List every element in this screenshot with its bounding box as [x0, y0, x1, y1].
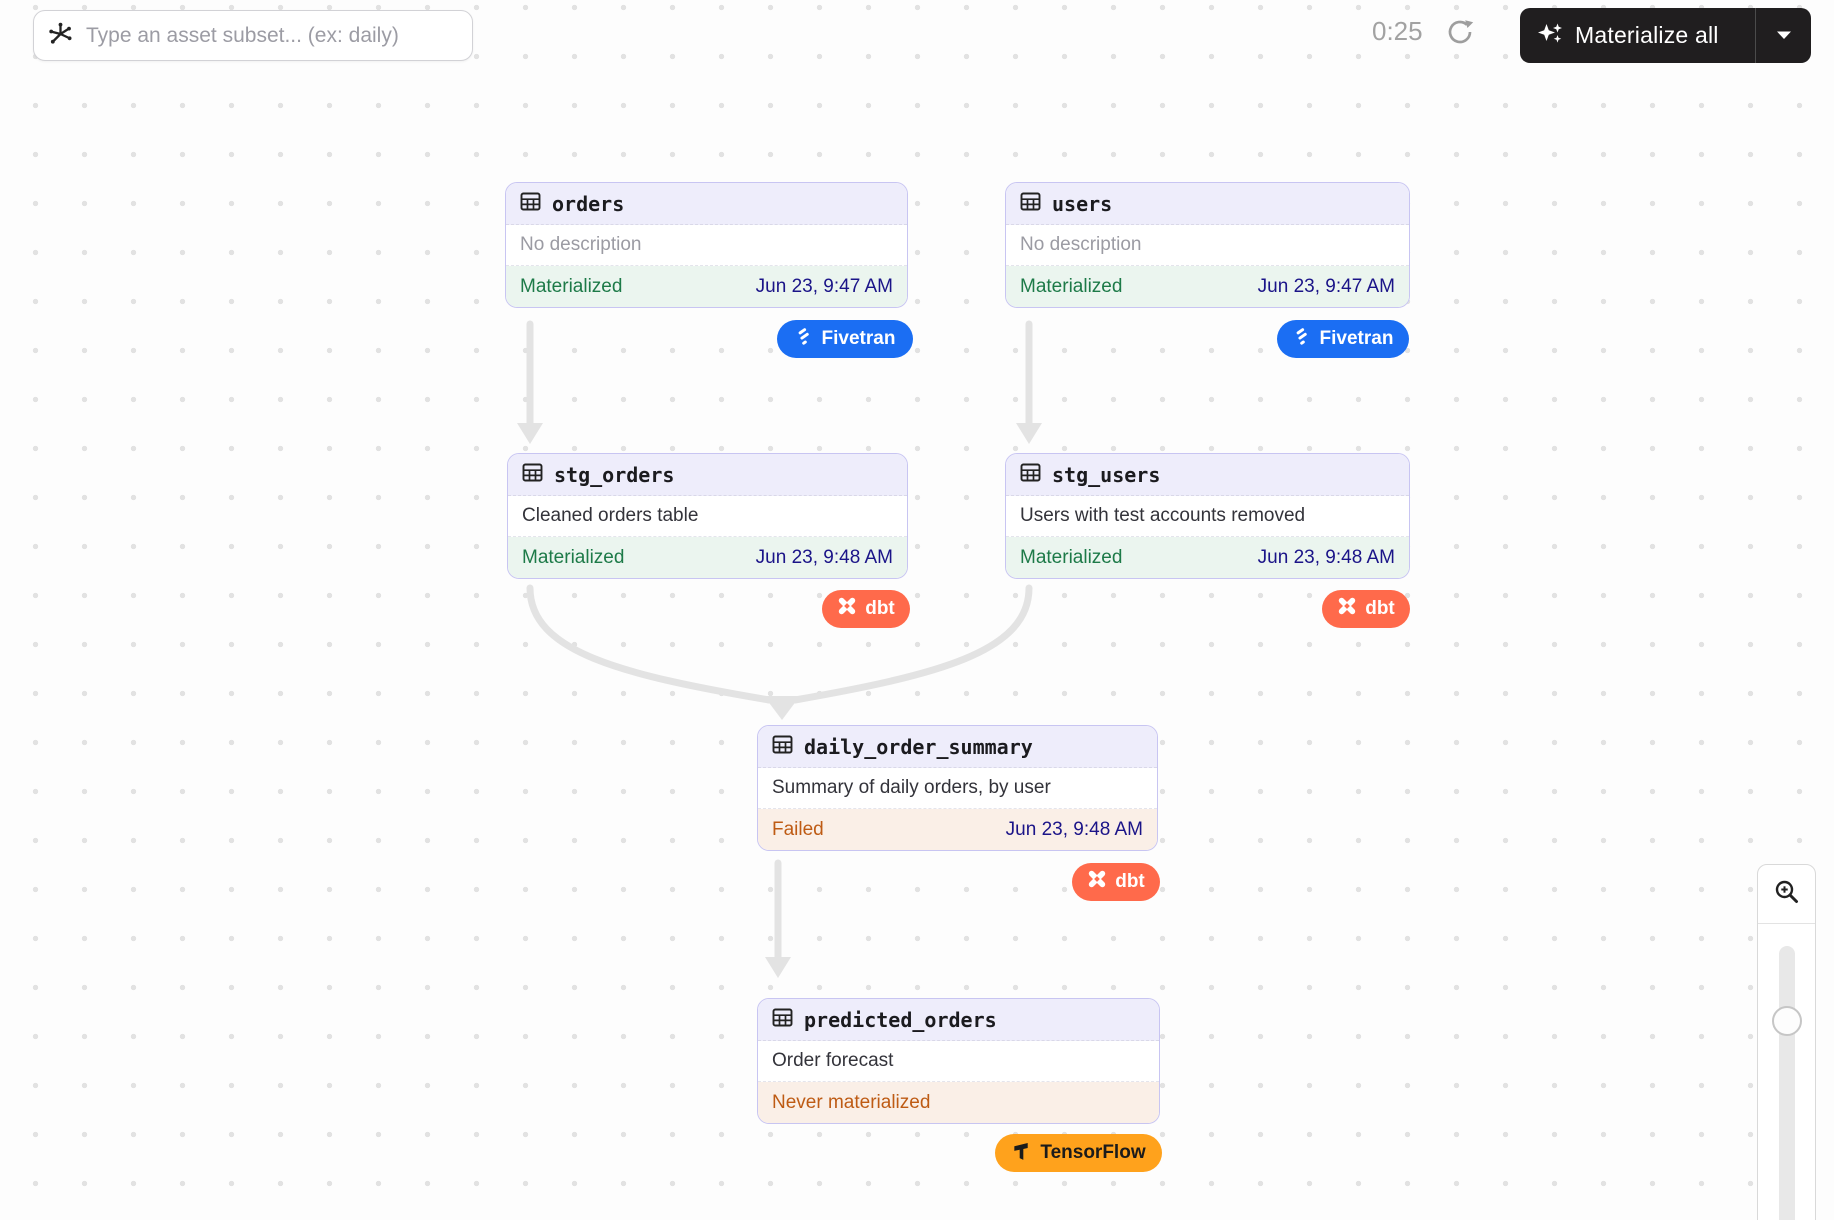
zoom-slider [1758, 924, 1815, 1220]
table-icon [1020, 191, 1041, 217]
arrowhead [764, 696, 800, 720]
status-timestamp: Jun 23, 9:48 AM [756, 547, 893, 569]
materialize-all-label: Materialize all [1575, 22, 1719, 49]
tensorflow-icon [1011, 1140, 1032, 1167]
status-label: Materialized [1020, 547, 1122, 569]
asset-filter-searchbox[interactable] [33, 10, 473, 61]
zoom-slider-track[interactable] [1779, 946, 1795, 1220]
asset-node-stg-users[interactable]: stg_users Users with test accounts remov… [1005, 453, 1410, 579]
dbt-icon [1337, 596, 1357, 622]
refresh-icon [1445, 17, 1475, 50]
status-timestamp: Jun 23, 9:47 AM [1258, 276, 1395, 298]
asset-status-row: Materialized Jun 23, 9:47 AM [1006, 266, 1409, 307]
asset-node-header: orders [506, 183, 907, 225]
kind-badge-label: TensorFlow [1040, 1142, 1145, 1164]
asset-description: Cleaned orders table [508, 496, 907, 537]
dbt-icon [1087, 869, 1107, 895]
asset-node-users[interactable]: users No description Materialized Jun 23… [1005, 182, 1410, 308]
asset-node-predicted-orders[interactable]: predicted_orders Order forecast Never ma… [757, 998, 1160, 1124]
asset-node-header: predicted_orders [758, 999, 1159, 1041]
asset-description: No description [506, 225, 907, 266]
asset-name: daily_order_summary [804, 735, 1033, 759]
asset-name: orders [552, 192, 624, 216]
asset-node-daily-order-summary[interactable]: daily_order_summary Summary of daily ord… [757, 725, 1158, 851]
kind-badge-fivetran: Fivetran [777, 320, 913, 358]
status-timestamp: Jun 23, 9:47 AM [756, 276, 893, 298]
table-icon [520, 191, 541, 217]
asset-node-header: stg_orders [508, 454, 907, 496]
kind-badge-label: dbt [865, 598, 895, 620]
kind-badge-label: Fivetran [1320, 328, 1394, 350]
asset-graph-canvas[interactable]: 0:25 Materialize all [0, 0, 1834, 1220]
edge-stg-orders-daily [530, 588, 769, 700]
arrowhead [1016, 423, 1042, 444]
zoom-control-panel [1757, 864, 1816, 1220]
status-timestamp: Jun 23, 9:48 AM [1006, 819, 1143, 841]
asset-name: users [1052, 192, 1112, 216]
refresh-button[interactable] [1442, 15, 1478, 51]
asset-name: stg_users [1052, 463, 1160, 487]
asset-description: No description [1006, 225, 1409, 266]
asset-status-row: Failed Jun 23, 9:48 AM [758, 809, 1157, 850]
kind-badge-label: dbt [1365, 598, 1395, 620]
kind-badge-label: Fivetran [822, 328, 896, 350]
asset-node-header: stg_users [1006, 454, 1409, 496]
kind-badge-dbt: dbt [822, 590, 910, 628]
kind-badge-tensorflow: TensorFlow [995, 1134, 1162, 1172]
asset-status-row: Materialized Jun 23, 9:48 AM [1006, 537, 1409, 578]
kind-badge-label: dbt [1115, 871, 1145, 893]
zoom-slider-handle[interactable] [1772, 1006, 1802, 1036]
asset-status-row: Never materialized [758, 1082, 1159, 1123]
table-icon [522, 462, 543, 488]
fivetran-icon [795, 327, 814, 352]
chevron-down-icon [1776, 27, 1792, 45]
magnifier-plus-icon [1773, 878, 1801, 911]
refresh-countdown: 0:25 [1372, 16, 1423, 47]
sparkles-icon [1537, 20, 1564, 52]
asset-description: Summary of daily orders, by user [758, 768, 1157, 809]
status-timestamp: Jun 23, 9:48 AM [1258, 547, 1395, 569]
materialize-dropdown-button[interactable] [1756, 8, 1811, 63]
status-label: Materialized [1020, 276, 1122, 298]
kind-badge-dbt: dbt [1322, 590, 1410, 628]
materialize-all-button-group: Materialize all [1520, 8, 1811, 63]
asset-status-row: Materialized Jun 23, 9:47 AM [506, 266, 907, 307]
asset-node-header: users [1006, 183, 1409, 225]
asset-node-orders[interactable]: orders No description Materialized Jun 2… [505, 182, 908, 308]
asset-description: Users with test accounts removed [1006, 496, 1409, 537]
asset-status-row: Materialized Jun 23, 9:48 AM [508, 537, 907, 578]
asset-description: Order forecast [758, 1041, 1159, 1082]
status-label: Materialized [520, 276, 622, 298]
table-icon [772, 734, 793, 760]
status-label: Never materialized [772, 1092, 930, 1114]
asset-name: stg_orders [554, 463, 674, 487]
arrowhead [517, 423, 543, 444]
kind-badge-fivetran: Fivetran [1277, 320, 1409, 358]
zoom-in-button[interactable] [1758, 865, 1815, 924]
asset-node-header: daily_order_summary [758, 726, 1157, 768]
asset-name: predicted_orders [804, 1008, 997, 1032]
dbt-icon [837, 596, 857, 622]
table-icon [772, 1007, 793, 1033]
search-input[interactable] [84, 23, 459, 49]
kind-badge-dbt: dbt [1072, 863, 1160, 901]
materialize-all-button[interactable]: Materialize all [1520, 8, 1755, 63]
status-label: Failed [772, 819, 824, 841]
asset-subset-icon [47, 20, 74, 52]
fivetran-icon [1293, 327, 1312, 352]
arrowhead [765, 957, 791, 978]
status-label: Materialized [522, 547, 624, 569]
table-icon [1020, 462, 1041, 488]
asset-node-stg-orders[interactable]: stg_orders Cleaned orders table Material… [507, 453, 908, 579]
